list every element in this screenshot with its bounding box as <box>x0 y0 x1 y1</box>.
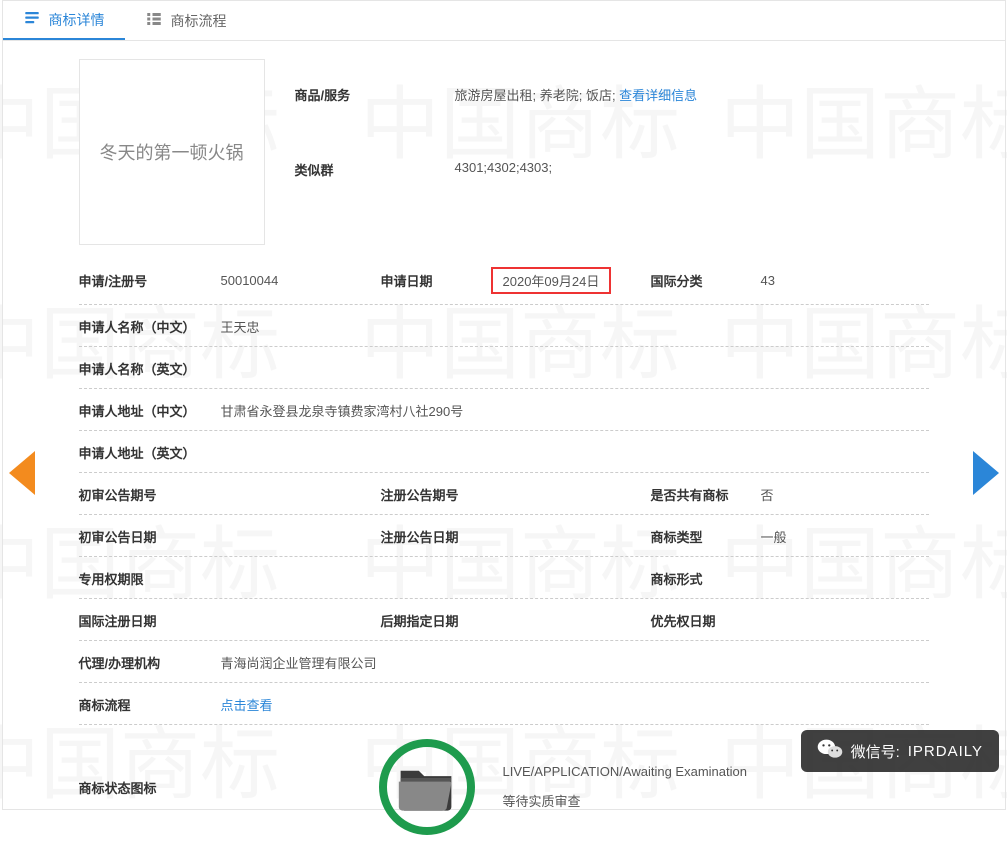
row-announce-no: 初审公告期号 注册公告期号 是否共有商标 否 <box>79 473 929 515</box>
applicant-cn-value: 王天忠 <box>221 317 929 336</box>
reg-ann-no-label: 注册公告期号 <box>381 485 491 504</box>
shared-label: 是否共有商标 <box>651 485 761 504</box>
process-view-link[interactable]: 点击查看 <box>221 698 273 713</box>
row-regno: 申请/注册号 50010044 申请日期 2020年09月24日 国际分类 43 <box>79 255 929 305</box>
priority-date-label: 优先权日期 <box>651 611 761 630</box>
row-address-en: 申请人地址（英文） <box>79 431 929 473</box>
goods-label: 商品/服务 <box>295 85 455 104</box>
tab-detail-label: 商标详情 <box>49 10 105 30</box>
wechat-prefix: 微信号: <box>851 741 900 762</box>
prelim-no-label: 初审公告期号 <box>79 485 221 504</box>
regno-value: 50010044 <box>221 273 381 288</box>
goods-detail-link[interactable]: 查看详细信息 <box>619 88 697 103</box>
detail-icon <box>23 9 41 30</box>
mark-form-label: 商标形式 <box>651 569 761 588</box>
tabs-bar: 商标详情 商标流程 <box>3 1 1005 41</box>
excl-period-label: 专用权期限 <box>79 569 221 588</box>
intlclass-label: 国际分类 <box>651 271 761 290</box>
group-label: 类似群 <box>295 160 455 179</box>
mark-type-value: 一般 <box>761 527 861 546</box>
wechat-overlay: 微信号: IPRDAILY <box>801 730 999 772</box>
group-value: 4301;4302;4303; <box>455 160 553 179</box>
process-icon <box>145 10 163 31</box>
address-en-label: 申请人地址（英文） <box>79 443 221 462</box>
next-arrow[interactable] <box>973 451 999 495</box>
tab-detail[interactable]: 商标详情 <box>3 1 125 40</box>
row-applicant-cn: 申请人名称（中文） 王天忠 <box>79 305 929 347</box>
later-desig-date-label: 后期指定日期 <box>381 611 491 630</box>
row-address-cn: 申请人地址（中文） 甘肃省永登县龙泉寺镇费家湾村八社290号 <box>79 389 929 431</box>
tab-process-label: 商标流程 <box>171 11 227 31</box>
reg-ann-date-label: 注册公告日期 <box>381 527 491 546</box>
main-panel: 商标详情 商标流程 冬天的第一顿火锅 商品/服务 旅游房屋出租; 养老院; 饭店… <box>2 0 1006 810</box>
process-label: 商标流程 <box>79 695 221 714</box>
trademark-image-box: 冬天的第一顿火锅 <box>79 59 265 245</box>
appdate-value: 2020年09月24日 <box>491 267 651 294</box>
address-cn-value: 甘肃省永登县龙泉寺镇费家湾村八社290号 <box>221 401 929 420</box>
status-label: 商标状态图标 <box>79 778 221 797</box>
agent-label: 代理/办理机构 <box>79 653 221 672</box>
prev-arrow[interactable] <box>9 451 35 495</box>
mark-type-label: 商标类型 <box>651 527 761 546</box>
wechat-id: IPRDAILY <box>908 743 983 760</box>
intl-reg-date-label: 国际注册日期 <box>79 611 221 630</box>
row-announce-date: 初审公告日期 注册公告日期 商标类型 一般 <box>79 515 929 557</box>
row-applicant-en: 申请人名称（英文） <box>79 347 929 389</box>
prelim-date-label: 初审公告日期 <box>79 527 221 546</box>
status-line1: LIVE/APPLICATION/Awaiting Examination <box>503 764 747 779</box>
regno-label: 申请/注册号 <box>79 271 221 290</box>
row-exclusive-period: 专用权期限 商标形式 <box>79 557 929 599</box>
applicant-cn-label: 申请人名称（中文） <box>79 317 221 336</box>
trademark-text: 冬天的第一顿火锅 <box>100 139 244 165</box>
intlclass-value: 43 <box>761 273 861 288</box>
row-process-link: 商标流程 点击查看 <box>79 683 929 725</box>
row-intl-reg-date: 国际注册日期 后期指定日期 优先权日期 <box>79 599 929 641</box>
appdate-label: 申请日期 <box>381 271 491 290</box>
status-line2: 等待实质审查 <box>503 791 747 810</box>
row-agent: 代理/办理机构 青海尚润企业管理有限公司 <box>79 641 929 683</box>
applicant-en-label: 申请人名称（英文） <box>79 359 221 378</box>
folder-live-icon <box>379 739 475 835</box>
address-cn-label: 申请人地址（中文） <box>79 401 221 420</box>
agent-value: 青海尚润企业管理有限公司 <box>221 653 929 672</box>
goods-value: 旅游房屋出租; 养老院; 饭店; <box>455 88 620 103</box>
shared-value: 否 <box>761 485 861 504</box>
tab-process[interactable]: 商标流程 <box>125 1 247 40</box>
wechat-icon <box>817 738 843 764</box>
